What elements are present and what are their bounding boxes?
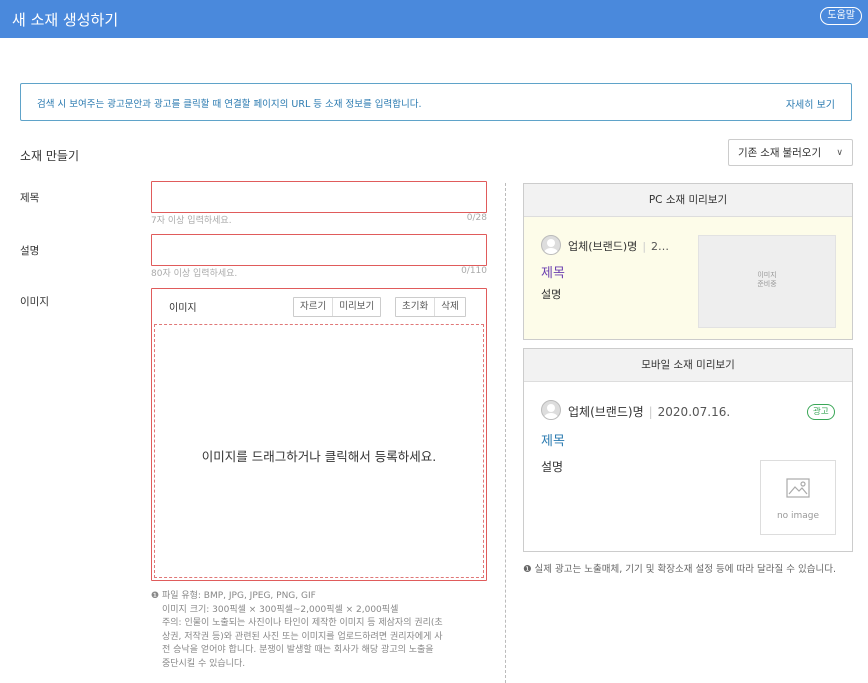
file-info-line: 상권, 저작권 등)와 관련된 사진 또는 이미지를 업로드하려면 권리자에게 …	[162, 631, 443, 642]
pc-preview-heading: PC 소재 미리보기	[524, 184, 852, 217]
avatar-icon	[541, 235, 561, 255]
image-drop-zone[interactable]: 이미지를 드래그하거나 클릭해서 등록하세요.	[154, 324, 484, 578]
image-actions-group: 초기화 삭제	[395, 297, 466, 317]
crop-button[interactable]: 자르기	[294, 298, 332, 316]
file-type-text: 파일 유형: BMP, JPG, JPEG, PNG, GIF	[161, 591, 316, 601]
notice-message: 검색 시 보여주는 광고문안과 광고를 클릭할 때 연결할 페이지의 URL 등…	[37, 99, 422, 110]
mobile-brand-line: 업체(브랜드)명 | 2020.07.16.	[568, 403, 730, 420]
footnote-text: 실제 광고는 노출매체, 기기 및 확장소재 설정 등에 따라 달라질 수 있습…	[534, 564, 837, 575]
file-info-line: 이미지 크기: 300픽셀 × 300픽셀~2,000픽셀 × 2,000픽셀	[162, 604, 399, 615]
pc-brand-line: 업체(브랜드)명 | 2…	[568, 238, 669, 254]
pc-thumbnail: 이미지 준비중	[698, 235, 836, 328]
title-input[interactable]	[151, 181, 487, 213]
mobile-brand-name: 업체(브랜드)명	[568, 405, 644, 419]
file-info-line: 전 승낙을 얻어야 합니다. 분쟁이 발생할 때는 회사가 해당 광고의 노출을	[162, 645, 434, 656]
no-image-text: no image	[776, 511, 820, 521]
title-hint: 7자 이상 입력하세요.	[151, 216, 232, 226]
avatar-icon	[541, 400, 561, 420]
mobile-ad-desc: 설명	[541, 460, 564, 474]
thumb-line: 이미지	[757, 271, 777, 279]
pc-preview-card: PC 소재 미리보기 업체(브랜드)명 | 2… 제목 설명 이미지 준비중	[523, 183, 853, 340]
pc-brand-name: 업체(브랜드)명	[568, 240, 638, 253]
info-notice: 검색 시 보여주는 광고문안과 광고를 클릭할 때 연결할 페이지의 URL 등…	[20, 83, 852, 121]
image-upload-box: 이미지 자르기 미리보기 초기화 삭제 이미지를 드래그하거나 클릭해서 등록하…	[151, 288, 487, 581]
load-existing-label: 기존 소재 불러오기	[738, 147, 822, 159]
image-tab[interactable]: 이미지	[169, 299, 197, 314]
file-info-line: 주의: 인물이 노출되는 사진이나 타인이 제작한 이미지 등 제삼자의 권리(…	[162, 618, 443, 629]
ad-badge: 광고	[807, 404, 835, 420]
chevron-down-icon: ∨	[836, 147, 843, 157]
desc-hint: 80자 이상 입력하세요.	[151, 269, 238, 279]
image-tools-group: 자르기 미리보기	[293, 297, 382, 317]
pc-thumb-text: 이미지 준비중	[699, 271, 835, 289]
delete-button[interactable]: 삭제	[434, 298, 464, 316]
no-image-placeholder: no image	[760, 460, 836, 535]
top-bar: 새 소재 생성하기 도움말	[0, 0, 868, 38]
file-info-line: 중단시킬 수 있습니다.	[162, 658, 246, 669]
preview-button[interactable]: 미리보기	[332, 298, 380, 316]
thumb-line: 준비중	[757, 280, 777, 288]
image-icon	[786, 478, 810, 498]
section-title: 소재 만들기	[20, 149, 80, 163]
mobile-preview-card: 모바일 소재 미리보기 업체(브랜드)명 | 2020.07.16. 광고 제목 설…	[523, 348, 853, 552]
drop-zone-text: 이미지를 드래그하거나 클릭해서 등록하세요.	[201, 449, 437, 464]
preview-footnote: ❶ 실제 광고는 노출매체, 기기 및 확장소재 설정 등에 따라 달라질 수 …	[523, 563, 853, 576]
load-existing-button[interactable]: 기존 소재 불러오기 ∨	[728, 139, 853, 166]
file-info-line: ❶ 파일 유형: BMP, JPG, JPEG, PNG, GIF	[151, 590, 491, 604]
pc-ad-title: 제목	[541, 266, 565, 281]
page-title: 새 소재 생성하기	[12, 11, 119, 29]
reset-button[interactable]: 초기화	[396, 298, 434, 316]
title-label: 제목	[20, 192, 40, 204]
pc-date: 2…	[651, 240, 670, 253]
divider: |	[642, 240, 647, 253]
desc-input[interactable]	[151, 234, 487, 266]
desc-label: 설명	[20, 245, 40, 257]
mobile-date: 2020.07.16.	[657, 405, 731, 419]
pc-ad-desc: 설명	[541, 288, 562, 301]
column-divider	[505, 183, 506, 683]
info-icon: ❶	[523, 564, 535, 575]
info-icon: ❶	[151, 591, 162, 601]
help-button[interactable]: 도움말	[820, 7, 862, 25]
desc-char-count: 0/110	[461, 266, 487, 276]
title-char-count: 0/28	[466, 213, 487, 223]
mobile-preview-heading: 모바일 소재 미리보기	[524, 349, 852, 382]
image-label: 이미지	[20, 296, 49, 308]
divider: |	[648, 405, 653, 419]
mobile-ad-title: 제목	[541, 434, 565, 449]
more-info-link[interactable]: 자세히 보기	[786, 96, 835, 111]
file-info: ❶ 파일 유형: BMP, JPG, JPEG, PNG, GIF 이미지 크기…	[151, 590, 491, 672]
